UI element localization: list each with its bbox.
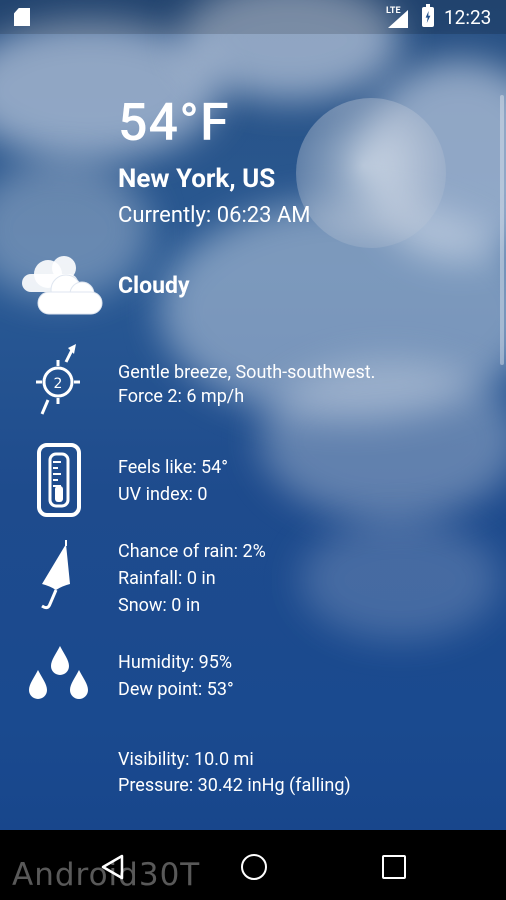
snowfall: Snow: 0 in [118,595,201,616]
status-bar: LTE 12:23 [0,0,506,34]
umbrella-icon [41,540,70,610]
battery-charging-icon [422,4,434,27]
network-type: LTE [386,6,401,16]
feels-like: Feels like: 54° [118,457,229,478]
water-drops-icon [29,646,88,699]
status-time: 12:23 [444,6,492,29]
thermometer-icon [37,443,81,517]
location[interactable]: New York, US [118,164,275,194]
moon [296,98,446,248]
chance-of-rain: Chance of rain: 2% [118,541,266,562]
wind-description: Gentle breeze, South-southwest. [118,362,376,383]
pressure: Pressure: 30.42 inHg (falling) [118,775,351,796]
humidity: Humidity: 95% [118,652,233,673]
dew-point: Dew point: 53° [118,679,234,700]
temperature: 54°F [118,92,230,153]
svg-text:2: 2 [54,376,63,392]
condition: Cloudy [118,272,190,299]
current-time: Currently: 06:23 AM [118,203,311,228]
home-icon[interactable] [241,854,267,880]
wind-force: Force 2: 6 mp/h [118,386,245,407]
back-icon[interactable] [100,853,126,881]
visibility: Visibility: 10.0 mi [118,749,254,770]
rainfall: Rainfall: 0 in [118,568,216,589]
wind-force-badge: 2 [54,376,63,392]
cloud-icon [22,256,103,315]
scrollbar[interactable] [500,95,504,365]
recent-apps-icon[interactable] [382,855,406,879]
uv-index: UV index: 0 [118,484,208,505]
sd-card-icon [14,8,30,26]
